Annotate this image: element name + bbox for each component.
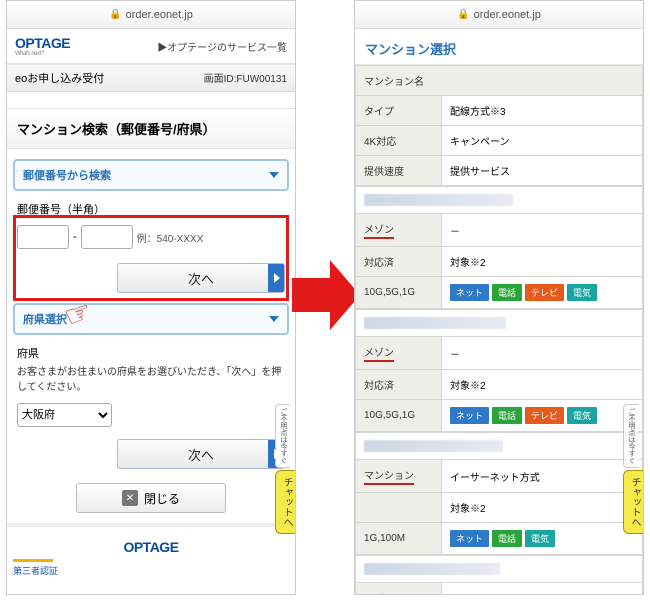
postal-label: 郵便番号（半角）: [7, 197, 295, 219]
building-speed: 10G,5G,1G: [356, 277, 442, 309]
service-tag: 電気: [567, 284, 597, 301]
building-type-label: メゾン: [356, 214, 442, 247]
chat-sub: ご不明点は今すぐ: [623, 404, 638, 468]
building-speed: 10G,5G,1G: [356, 400, 442, 432]
building-status-value: 対象※2: [442, 370, 643, 400]
postal-section-header[interactable]: 郵便番号から検索: [13, 159, 289, 191]
building-type-value: －: [442, 214, 643, 247]
building-status-value: 対象※2: [442, 493, 643, 523]
service-tag: ネット: [450, 407, 489, 424]
building-type-value: －: [442, 583, 643, 596]
postal-hint: 例：540-XXXX: [137, 230, 204, 245]
logo: OPTAGEWhat's next?: [15, 35, 70, 57]
building-tags: ネット電話テレビ電気: [442, 277, 643, 309]
building-status-value: 対象※2: [442, 247, 643, 277]
arrow-right-icon: [274, 273, 280, 283]
building-speed: 1G,100M: [356, 523, 442, 555]
building-name-blur: [364, 194, 513, 206]
page-title: マンション検索（郵便番号/府県）: [7, 108, 295, 149]
pref-next-button[interactable]: 次へ: [117, 439, 285, 469]
postal-input-2[interactable]: [81, 225, 133, 249]
url-text: order.eonet.jp: [126, 9, 193, 21]
service-tag: テレビ: [525, 407, 564, 424]
legend-table: マンション名 タイプ配線方式※3 4K対応キャンペーン 提供速度提供サービス: [355, 65, 643, 186]
arrow-right-icon: [274, 449, 280, 459]
pref-label: 府県: [7, 341, 295, 363]
pref-section-header[interactable]: 府県選択: [13, 303, 289, 335]
building-status-label: 対応済: [356, 247, 442, 277]
footer-logo: OPTAGE: [7, 523, 295, 559]
chevron-down-icon: [269, 316, 279, 322]
chat-widget[interactable]: ご不明点は今すぐ チャットへ: [275, 404, 296, 534]
lock-icon: 🔒: [109, 9, 121, 20]
header: OPTAGEWhat's next? ▶オプテージのサービス一覧: [7, 29, 295, 64]
close-icon: ✕: [122, 490, 138, 506]
service-tag: 電話: [492, 407, 522, 424]
close-button[interactable]: ✕ 閉じる: [76, 483, 226, 513]
building-table[interactable]: メゾン－対応済対象※210G,5G,1Gネット電話テレビ電気: [355, 186, 643, 309]
building-status-label: 対応済: [356, 370, 442, 400]
service-tag: 電話: [492, 284, 522, 301]
flow-arrow-icon: [292, 250, 358, 340]
chevron-down-icon: [269, 172, 279, 178]
pref-select[interactable]: 大阪府: [17, 403, 112, 427]
building-table[interactable]: マンションイーサーネット方式対象※21G,100Mネット電話電気: [355, 432, 643, 555]
pref-desc: お客さまがお住まいの府県をお選びいただき、「次へ」を押してください。: [7, 363, 295, 401]
service-tag: 電気: [567, 407, 597, 424]
building-type-label: メゾン: [356, 583, 442, 596]
service-tag: ネット: [450, 284, 489, 301]
chat-main: チャットへ: [275, 470, 296, 534]
building-name-blur: [364, 440, 503, 452]
chat-main: チャットへ: [623, 470, 644, 534]
building-table[interactable]: メゾン－対応済対象※2: [355, 555, 643, 595]
legend-name: マンション名: [356, 66, 643, 96]
url-bar: 🔒 order.eonet.jp: [7, 1, 295, 29]
postal-next-button[interactable]: 次へ: [117, 263, 285, 293]
building-name-blur: [364, 563, 500, 575]
building-type-value: －: [442, 337, 643, 370]
chat-widget[interactable]: ご不明点は今すぐ チャットへ: [623, 404, 644, 534]
building-tags: ネット電話電気: [442, 523, 643, 555]
building-name-blur: [364, 317, 506, 329]
building-type-label: メゾン: [356, 337, 442, 370]
building-type-label: マンション: [356, 460, 442, 493]
service-list-link[interactable]: ▶オプテージのサービス一覧: [157, 39, 287, 54]
service-tag: ネット: [450, 530, 489, 547]
postal-row: - 例：540-XXXX: [7, 219, 295, 255]
service-tag: 電話: [492, 530, 522, 547]
screen-id: 画面ID:FUW00131: [204, 70, 287, 85]
postal-dash: -: [73, 231, 77, 243]
url-bar: 🔒 order.eonet.jp: [355, 1, 643, 29]
ribbon-title: eoお申し込み受付: [15, 73, 104, 85]
building-table[interactable]: メゾン－対応済対象※210G,5G,1Gネット電話テレビ電気: [355, 309, 643, 432]
postal-input-1[interactable]: [17, 225, 69, 249]
service-tag: 電気: [525, 530, 555, 547]
building-type-value: イーサーネット方式: [442, 460, 643, 493]
building-status-label: [356, 493, 442, 523]
building-tags: ネット電話テレビ電気: [442, 400, 643, 432]
service-tag: テレビ: [525, 284, 564, 301]
url-text: order.eonet.jp: [474, 9, 541, 21]
page-ribbon: eoお申し込み受付 画面ID:FUW00131: [7, 64, 295, 92]
result-title: マンション選択: [355, 29, 643, 65]
lock-icon: 🔒: [457, 9, 469, 20]
cert-label: 第三者認証: [7, 562, 295, 577]
result-screen: 🔒 order.eonet.jp マンション選択 マンション名 タイプ配線方式※…: [354, 0, 644, 595]
search-screen: 🔒 order.eonet.jp OPTAGEWhat's next? ▶オプテ…: [6, 0, 296, 595]
